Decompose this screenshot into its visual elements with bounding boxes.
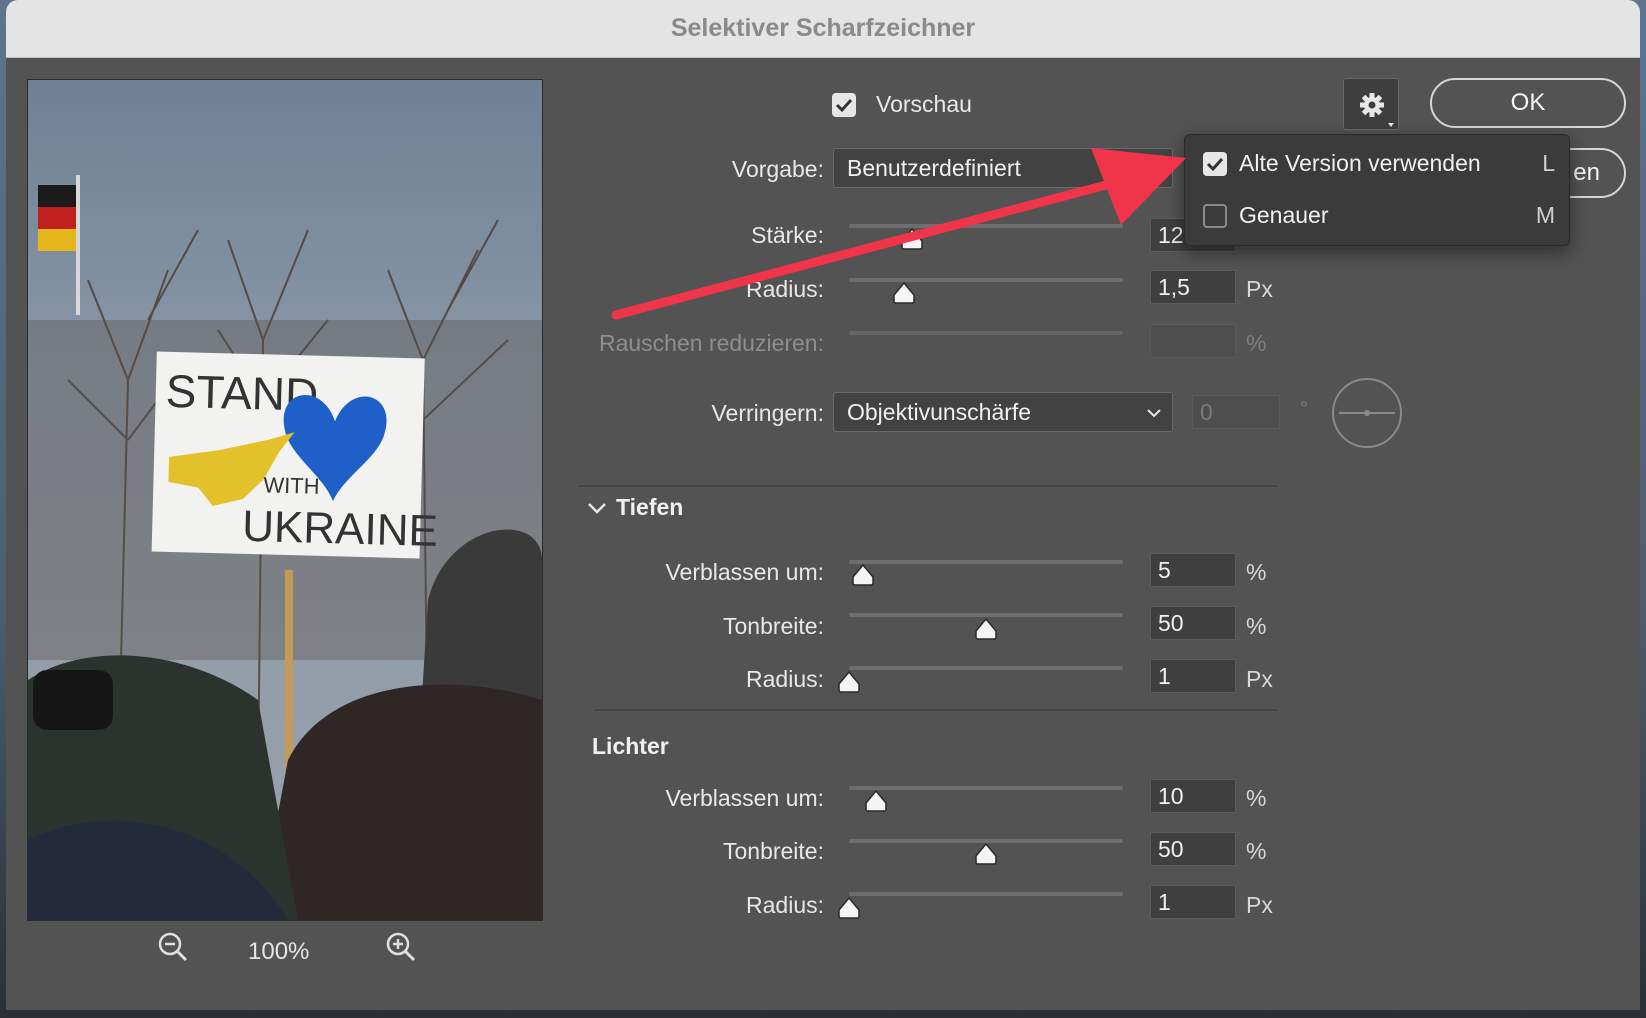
- radius-slider-thumb[interactable]: [892, 281, 916, 305]
- shadows-fade-field[interactable]: 5: [1150, 553, 1236, 587]
- menu-item-shortcut: L: [1542, 150, 1555, 176]
- ok-button[interactable]: OK: [1430, 78, 1626, 128]
- checkmark-icon: [1206, 157, 1224, 172]
- shadows-radius-label: Radius:: [746, 666, 824, 692]
- radius-unit: Px: [1246, 276, 1273, 302]
- angle-field: 0: [1192, 395, 1280, 429]
- remove-label: Verringern:: [711, 400, 824, 426]
- highlights-radius-thumb[interactable]: [837, 896, 861, 920]
- shadows-fade-thumb[interactable]: [851, 563, 875, 587]
- menu-item-legacy-version[interactable]: Alte Version verwenden L: [1185, 139, 1569, 189]
- amount-label: Stärke:: [751, 222, 824, 248]
- noise-field: [1150, 324, 1236, 358]
- chevron-down-icon: [1147, 409, 1161, 418]
- highlights-section-title: Lichter: [592, 733, 669, 759]
- noise-unit: %: [1246, 330, 1267, 356]
- shadows-radius-thumb[interactable]: [837, 670, 861, 694]
- highlights-radius-label: Radius:: [746, 892, 824, 918]
- shadows-fade-unit: %: [1246, 559, 1267, 585]
- checkmark-icon: [835, 98, 853, 113]
- preview-checkbox[interactable]: [832, 93, 856, 117]
- title-bar[interactable]: Selektiver Scharfzeichner: [6, 0, 1640, 58]
- menu-item-label: Alte Version verwenden: [1239, 150, 1481, 176]
- noise-label: Rauschen reduzieren:: [598, 330, 824, 356]
- menu-item-label: Genauer: [1239, 202, 1329, 228]
- highlights-tonal-width-label: Tonbreite:: [722, 838, 824, 864]
- noise-slider-track: [849, 331, 1123, 335]
- highlights-tonal-width-unit: %: [1246, 838, 1267, 864]
- sign-text-ukraine: UKRAINE: [242, 502, 439, 556]
- menu-item-shortcut: M: [1535, 202, 1555, 228]
- angle-dial: [1331, 377, 1403, 449]
- zoom-level: 100%: [248, 938, 310, 965]
- highlights-radius-track[interactable]: [849, 892, 1123, 896]
- settings-popup-menu: Alte Version verwenden L Genauer M: [1184, 134, 1570, 246]
- shadows-radius-unit: Px: [1246, 666, 1273, 692]
- highlights-tonal-width-thumb[interactable]: [974, 842, 998, 866]
- amount-slider-thumb[interactable]: [900, 227, 924, 251]
- menu-item-more-accurate[interactable]: Genauer M: [1185, 191, 1569, 241]
- shadows-tonal-width-field[interactable]: 50: [1150, 606, 1236, 640]
- shadows-fade-label: Verblassen um:: [665, 559, 824, 585]
- shadows-tonal-width-thumb[interactable]: [974, 617, 998, 641]
- angle-unit: °: [1300, 398, 1308, 420]
- preset-select[interactable]: Benutzerdefiniert: [833, 148, 1173, 188]
- radius-label: Radius:: [746, 276, 824, 302]
- radius-slider-track[interactable]: [849, 278, 1123, 282]
- shadows-tonal-width-label: Tonbreite:: [722, 613, 824, 639]
- zoom-in-icon[interactable]: [384, 930, 424, 970]
- remove-select[interactable]: Objektivunschärfe: [833, 392, 1173, 432]
- preview-image[interactable]: STAND WITH UKRAINE: [27, 79, 543, 921]
- sign-text-with: WITH: [263, 472, 320, 498]
- amount-slider-track[interactable]: [849, 224, 1123, 228]
- shadows-radius-track[interactable]: [849, 666, 1123, 670]
- settings-gear-button[interactable]: [1343, 78, 1399, 130]
- divider-highlights: [594, 709, 1278, 711]
- legacy-version-checkbox[interactable]: [1203, 152, 1227, 176]
- divider-shadows: [578, 485, 1278, 487]
- chevron-down-icon[interactable]: [584, 495, 610, 521]
- shadows-tonal-width-unit: %: [1246, 613, 1267, 639]
- highlights-fade-field[interactable]: 10: [1150, 779, 1236, 813]
- shadows-radius-field[interactable]: 1: [1150, 659, 1236, 693]
- shadows-section-title[interactable]: Tiefen: [616, 494, 683, 521]
- highlights-radius-field[interactable]: 1: [1150, 885, 1236, 919]
- highlights-fade-track[interactable]: [849, 786, 1123, 790]
- highlights-fade-label: Verblassen um:: [665, 785, 824, 811]
- preview-label[interactable]: Vorschau: [876, 91, 972, 118]
- radius-field[interactable]: 1,5: [1150, 270, 1236, 304]
- zoom-out-icon[interactable]: [156, 930, 196, 970]
- highlights-fade-thumb[interactable]: [864, 789, 888, 813]
- more-accurate-checkbox[interactable]: [1203, 204, 1227, 228]
- shadows-fade-track[interactable]: [849, 560, 1123, 564]
- dialog-title: Selektiver Scharfzeichner: [670, 14, 976, 42]
- gear-icon: [1360, 93, 1394, 127]
- sharpen-dialog: Selektiver Scharfzeichner STAND WITH UKR…: [6, 0, 1640, 1010]
- highlights-fade-unit: %: [1246, 785, 1267, 811]
- remove-select-value: Objektivunschärfe: [847, 399, 1032, 425]
- preset-label: Vorgabe:: [731, 156, 824, 182]
- highlights-tonal-width-field[interactable]: 50: [1150, 832, 1236, 866]
- preview-photo: STAND WITH UKRAINE: [28, 80, 542, 920]
- highlights-radius-unit: Px: [1246, 892, 1273, 918]
